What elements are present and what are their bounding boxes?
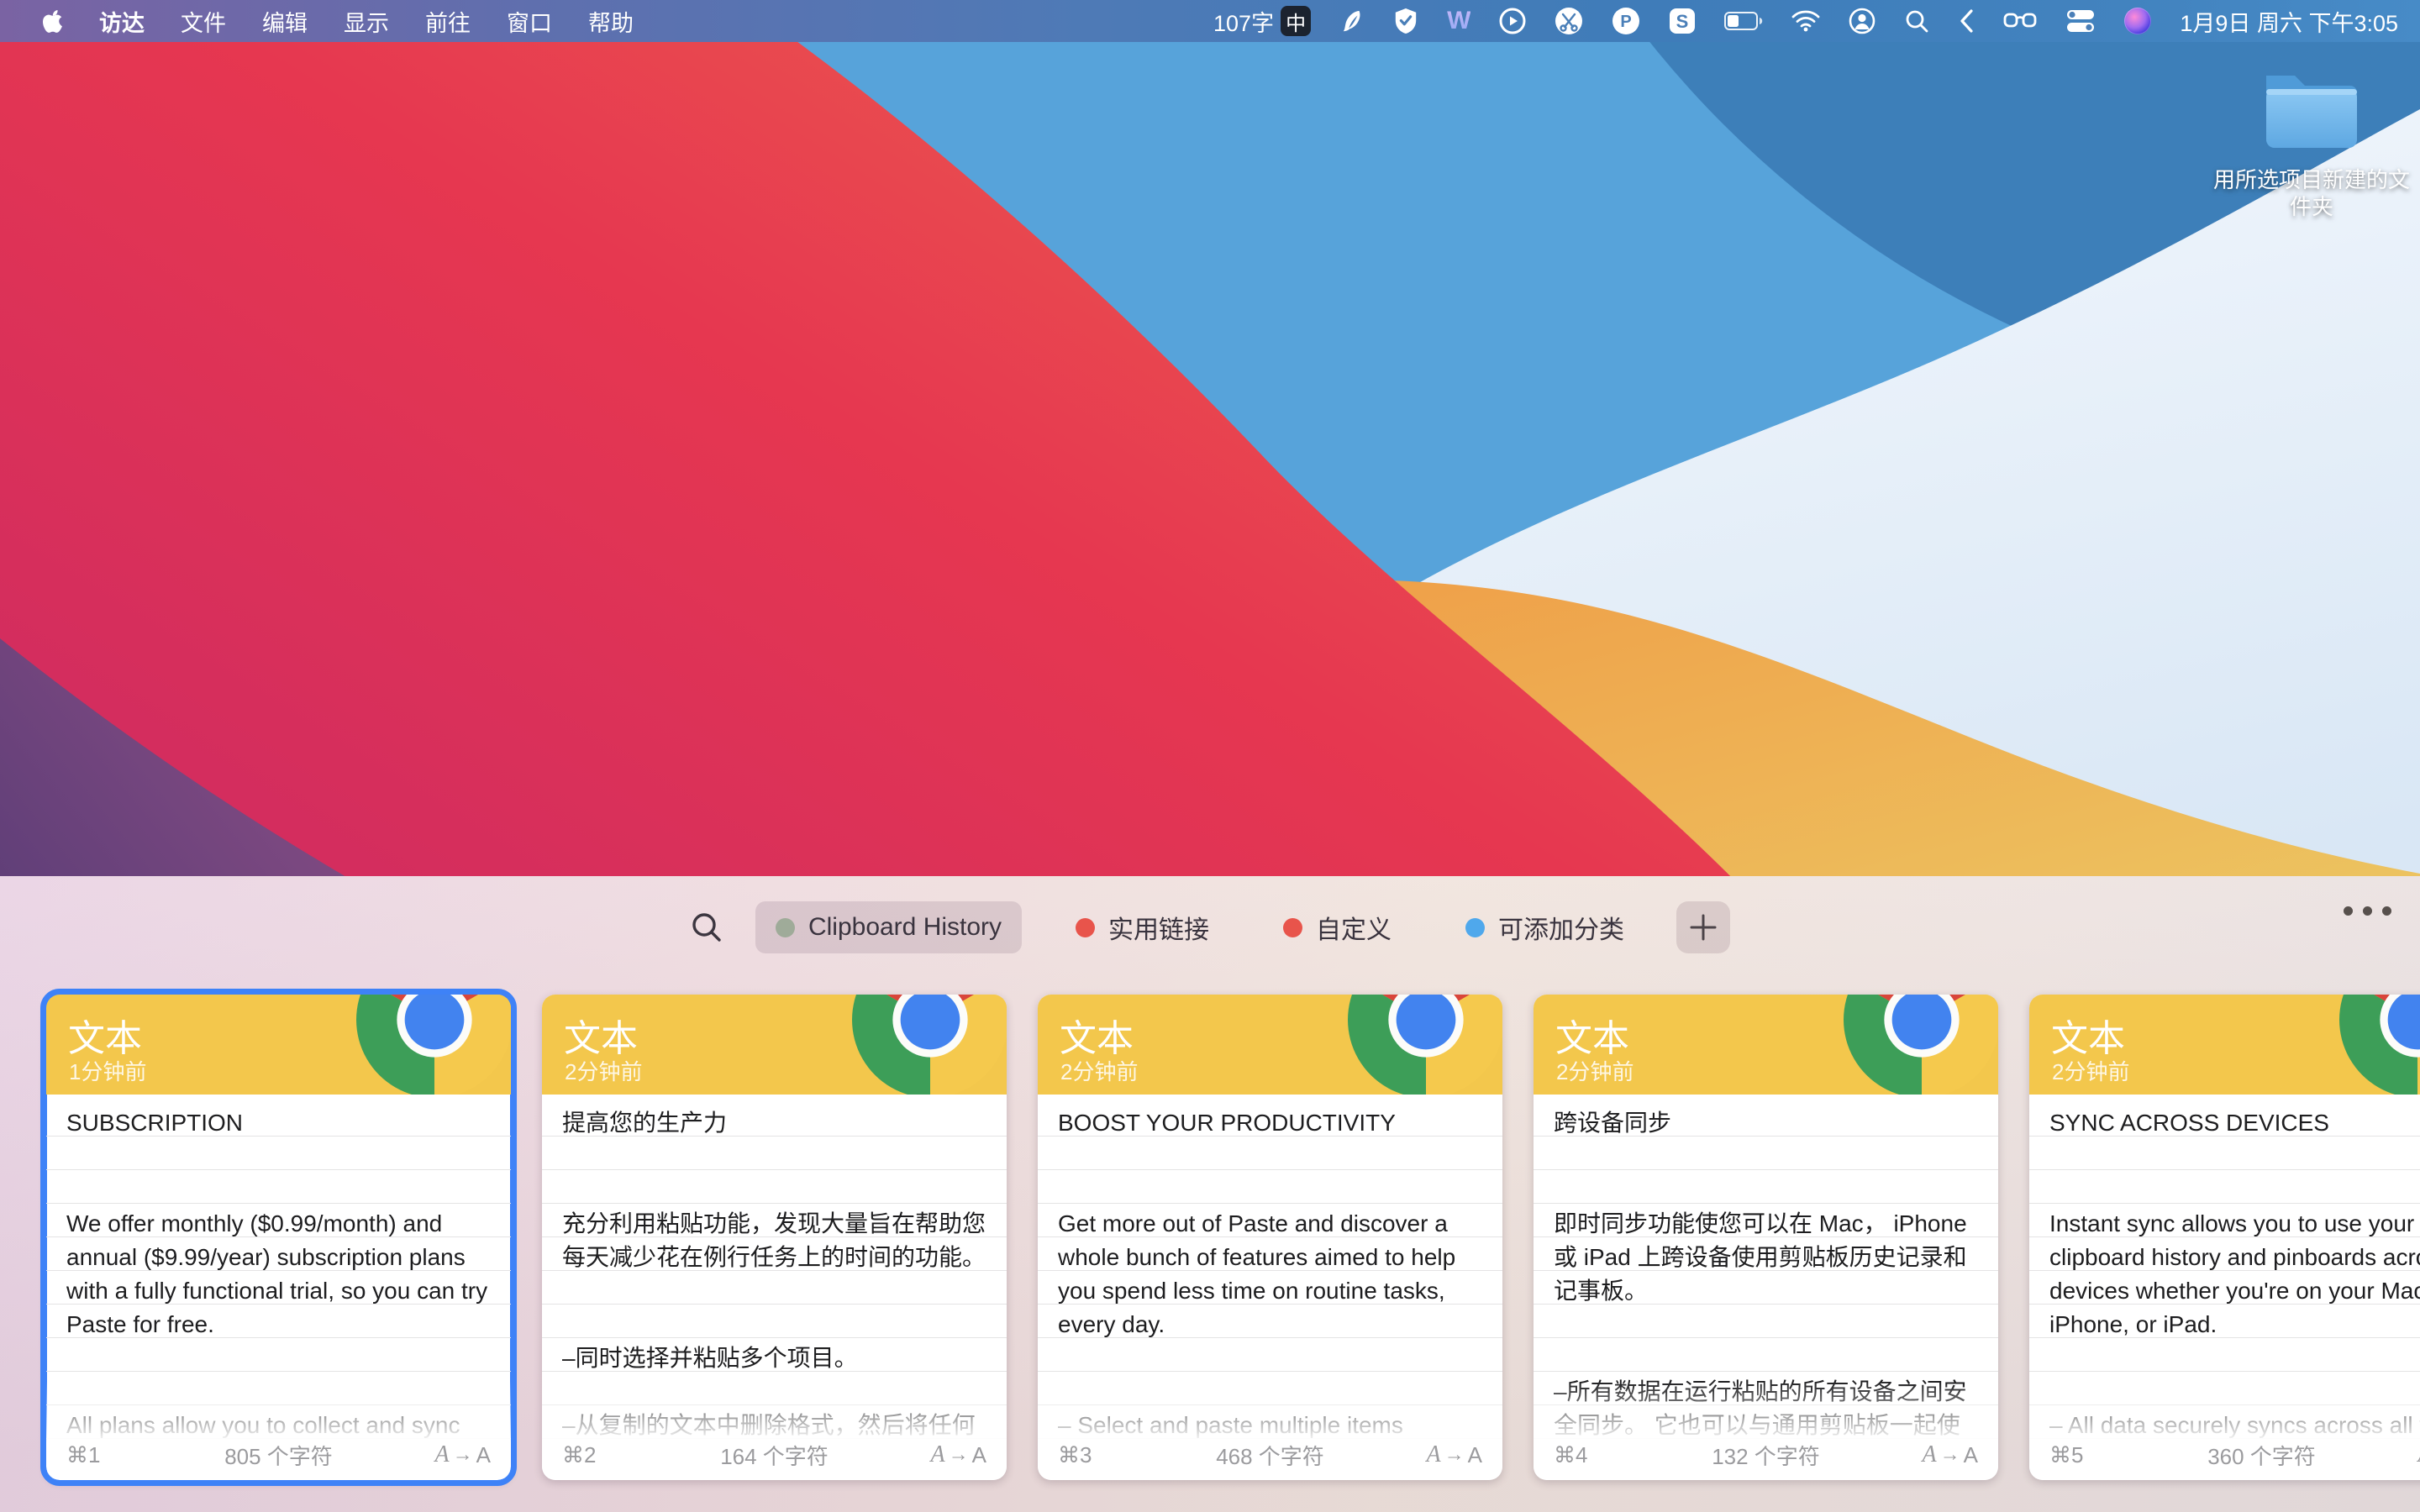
- category-tab-实用链接[interactable]: 实用链接: [1055, 901, 1229, 953]
- menubar-item-显示[interactable]: 显示: [344, 5, 389, 38]
- card-header: 文本 2分钟前: [1534, 995, 1998, 1095]
- input-method-badge[interactable]: 中: [1281, 6, 1311, 36]
- category-tab-label: 实用链接: [1108, 909, 1209, 946]
- paste-as-plain-text-icon[interactable]: A→A: [931, 1441, 986, 1468]
- card-timestamp: 2分钟前: [565, 1055, 642, 1086]
- paste-toolbar: Clipboard History 实用链接 自定义 可添加分类: [0, 898, 2420, 957]
- card-char-count: 360 个字符: [2029, 1440, 2420, 1471]
- spotlight-search-icon[interactable]: [1904, 8, 1929, 34]
- category-tab-label: 可添加分类: [1498, 909, 1624, 946]
- card-header: 文本 1分钟前: [46, 995, 511, 1095]
- chrome-icon: [356, 995, 511, 1095]
- menubar-item-前往[interactable]: 前往: [425, 5, 471, 38]
- wifi-icon[interactable]: [1791, 10, 1820, 32]
- glasses-icon[interactable]: [2003, 10, 2037, 32]
- menu-bar: 访达 文件 编辑 显示 前往 窗口 帮助 107字 中 W P: [0, 0, 2420, 42]
- card-type-label: 文本: [2051, 1008, 2125, 1062]
- chrome-icon: [852, 995, 1007, 1095]
- card-footer: ⌘2 164 个字符 A→A: [542, 1438, 1007, 1472]
- play-circle-icon[interactable]: [1499, 8, 1526, 34]
- folder-icon: [2260, 67, 2364, 151]
- w-letter-icon[interactable]: W: [1447, 7, 1470, 35]
- siri-icon[interactable]: [2124, 8, 2151, 34]
- menubar-clock[interactable]: 1月9日 周六 下午3:05: [2180, 5, 2398, 38]
- paste-as-plain-text-icon[interactable]: A→A: [435, 1441, 491, 1468]
- more-options-button[interactable]: [2344, 906, 2391, 916]
- category-tab-label: Clipboard History: [808, 913, 1002, 942]
- card-footer: ⌘5 360 个字符 A→A: [2029, 1438, 2420, 1472]
- paste-as-plain-text-icon[interactable]: A→A: [1923, 1441, 1978, 1468]
- card-body: SUBSCRIPTION We offer monthly ($0.99/mon…: [46, 1095, 511, 1480]
- card-type-label: 文本: [564, 1008, 638, 1062]
- desktop-screen: 访达 文件 编辑 显示 前往 窗口 帮助 107字 中 W P: [0, 0, 2420, 1512]
- chrome-icon: [1348, 995, 1502, 1095]
- desktop-folder[interactable]: 用所选项目新建的文件夹: [2208, 67, 2415, 220]
- clipboard-card-5[interactable]: 文本 2分钟前 SYNC ACROSS DEVICES Instant sync…: [2029, 995, 2420, 1480]
- category-tab-label: 自定义: [1316, 909, 1392, 946]
- paste-p-circle-icon[interactable]: P: [1612, 7, 1640, 35]
- category-tab-Clipboard History[interactable]: Clipboard History: [755, 901, 1022, 953]
- card-timestamp: 2分钟前: [1060, 1055, 1138, 1086]
- menubar-item-编辑[interactable]: 编辑: [262, 5, 308, 38]
- card-body: BOOST YOUR PRODUCTIVITY Get more out of …: [1038, 1095, 1502, 1480]
- clipboard-card-1[interactable]: 文本 1分钟前 SUBSCRIPTION We offer monthly ($…: [46, 995, 511, 1480]
- card-header: 文本 2分钟前: [542, 995, 1007, 1095]
- search-icon[interactable]: [690, 911, 723, 944]
- category-dot-icon: [1283, 918, 1302, 937]
- category-tab-可添加分类[interactable]: 可添加分类: [1445, 901, 1644, 953]
- battery-icon[interactable]: [1724, 12, 1763, 30]
- chrome-icon: [2339, 995, 2420, 1095]
- card-type-label: 文本: [1555, 1008, 1629, 1062]
- card-body: 跨设备同步 即时同步功能使您可以在 Mac， iPhone 或 iPad 上跨设…: [1534, 1095, 1998, 1480]
- chrome-icon: [1844, 995, 1998, 1095]
- card-body: 提高您的生产力 充分利用粘贴功能，发现大量旨在帮助您每天减少花在例行任务上的时间…: [542, 1095, 1007, 1480]
- card-footer: ⌘1 805 个字符 A→A: [46, 1438, 511, 1472]
- shield-check-icon[interactable]: [1393, 8, 1418, 34]
- clipboard-cards-row: 文本 1分钟前 SUBSCRIPTION We offer monthly ($…: [46, 995, 2420, 1480]
- svg-text:S: S: [1676, 11, 1689, 32]
- category-tabs: Clipboard History 实用链接 自定义 可添加分类: [755, 901, 1644, 953]
- control-center-icon[interactable]: [2065, 8, 2096, 34]
- status-items: 107字 中 W P S: [1213, 5, 2420, 38]
- card-footer: ⌘4 132 个字符 A→A: [1534, 1438, 1998, 1472]
- clipboard-card-2[interactable]: 文本 2分钟前 提高您的生产力 充分利用粘贴功能，发现大量旨在帮助您每天减少花在…: [542, 995, 1007, 1480]
- paste-panel: Clipboard History 实用链接 自定义 可添加分类 文本 1分钟前: [0, 876, 2420, 1512]
- card-body: SYNC ACROSS DEVICES Instant sync allows …: [2029, 1095, 2420, 1480]
- scissors-circle-icon[interactable]: [1555, 7, 1583, 35]
- chevron-left-icon[interactable]: [1958, 8, 1975, 34]
- paste-as-plain-text-icon[interactable]: A→A: [1427, 1441, 1482, 1468]
- card-footer: ⌘3 468 个字符 A→A: [1038, 1438, 1502, 1472]
- category-tab-自定义[interactable]: 自定义: [1263, 901, 1412, 953]
- card-type-label: 文本: [1060, 1008, 1134, 1062]
- clipboard-card-4[interactable]: 文本 2分钟前 跨设备同步 即时同步功能使您可以在 Mac， iPhone 或 …: [1534, 995, 1998, 1480]
- svg-text:P: P: [1621, 13, 1632, 31]
- apple-menu-icon[interactable]: [40, 8, 66, 34]
- card-type-label: 文本: [68, 1008, 142, 1062]
- card-timestamp: 1分钟前: [69, 1055, 146, 1086]
- category-dot-icon: [1465, 918, 1485, 937]
- card-header: 文本 2分钟前: [1038, 995, 1502, 1095]
- add-category-button[interactable]: [1676, 901, 1730, 953]
- menubar-item-帮助[interactable]: 帮助: [588, 5, 634, 38]
- category-dot-icon: [1076, 918, 1095, 937]
- menu-items: 访达 文件 编辑 显示 前往 窗口 帮助: [99, 5, 634, 38]
- feather-icon[interactable]: [1339, 8, 1365, 34]
- word-count-text: 107字: [1213, 5, 1274, 38]
- user-account-icon[interactable]: [1849, 8, 1876, 34]
- card-header: 文本 2分钟前: [2029, 995, 2420, 1095]
- s-square-icon[interactable]: S: [1669, 8, 1696, 34]
- clipboard-card-3[interactable]: 文本 2分钟前 BOOST YOUR PRODUCTIVITY Get more…: [1038, 995, 1502, 1480]
- category-dot-icon: [776, 918, 795, 937]
- card-timestamp: 2分钟前: [2052, 1055, 2129, 1086]
- menubar-item-访达[interactable]: 访达: [99, 5, 145, 38]
- card-timestamp: 2分钟前: [1556, 1055, 1634, 1086]
- menubar-item-窗口[interactable]: 窗口: [507, 5, 552, 38]
- menubar-item-文件[interactable]: 文件: [181, 5, 226, 38]
- folder-label: 用所选项目新建的文件夹: [2208, 166, 2415, 220]
